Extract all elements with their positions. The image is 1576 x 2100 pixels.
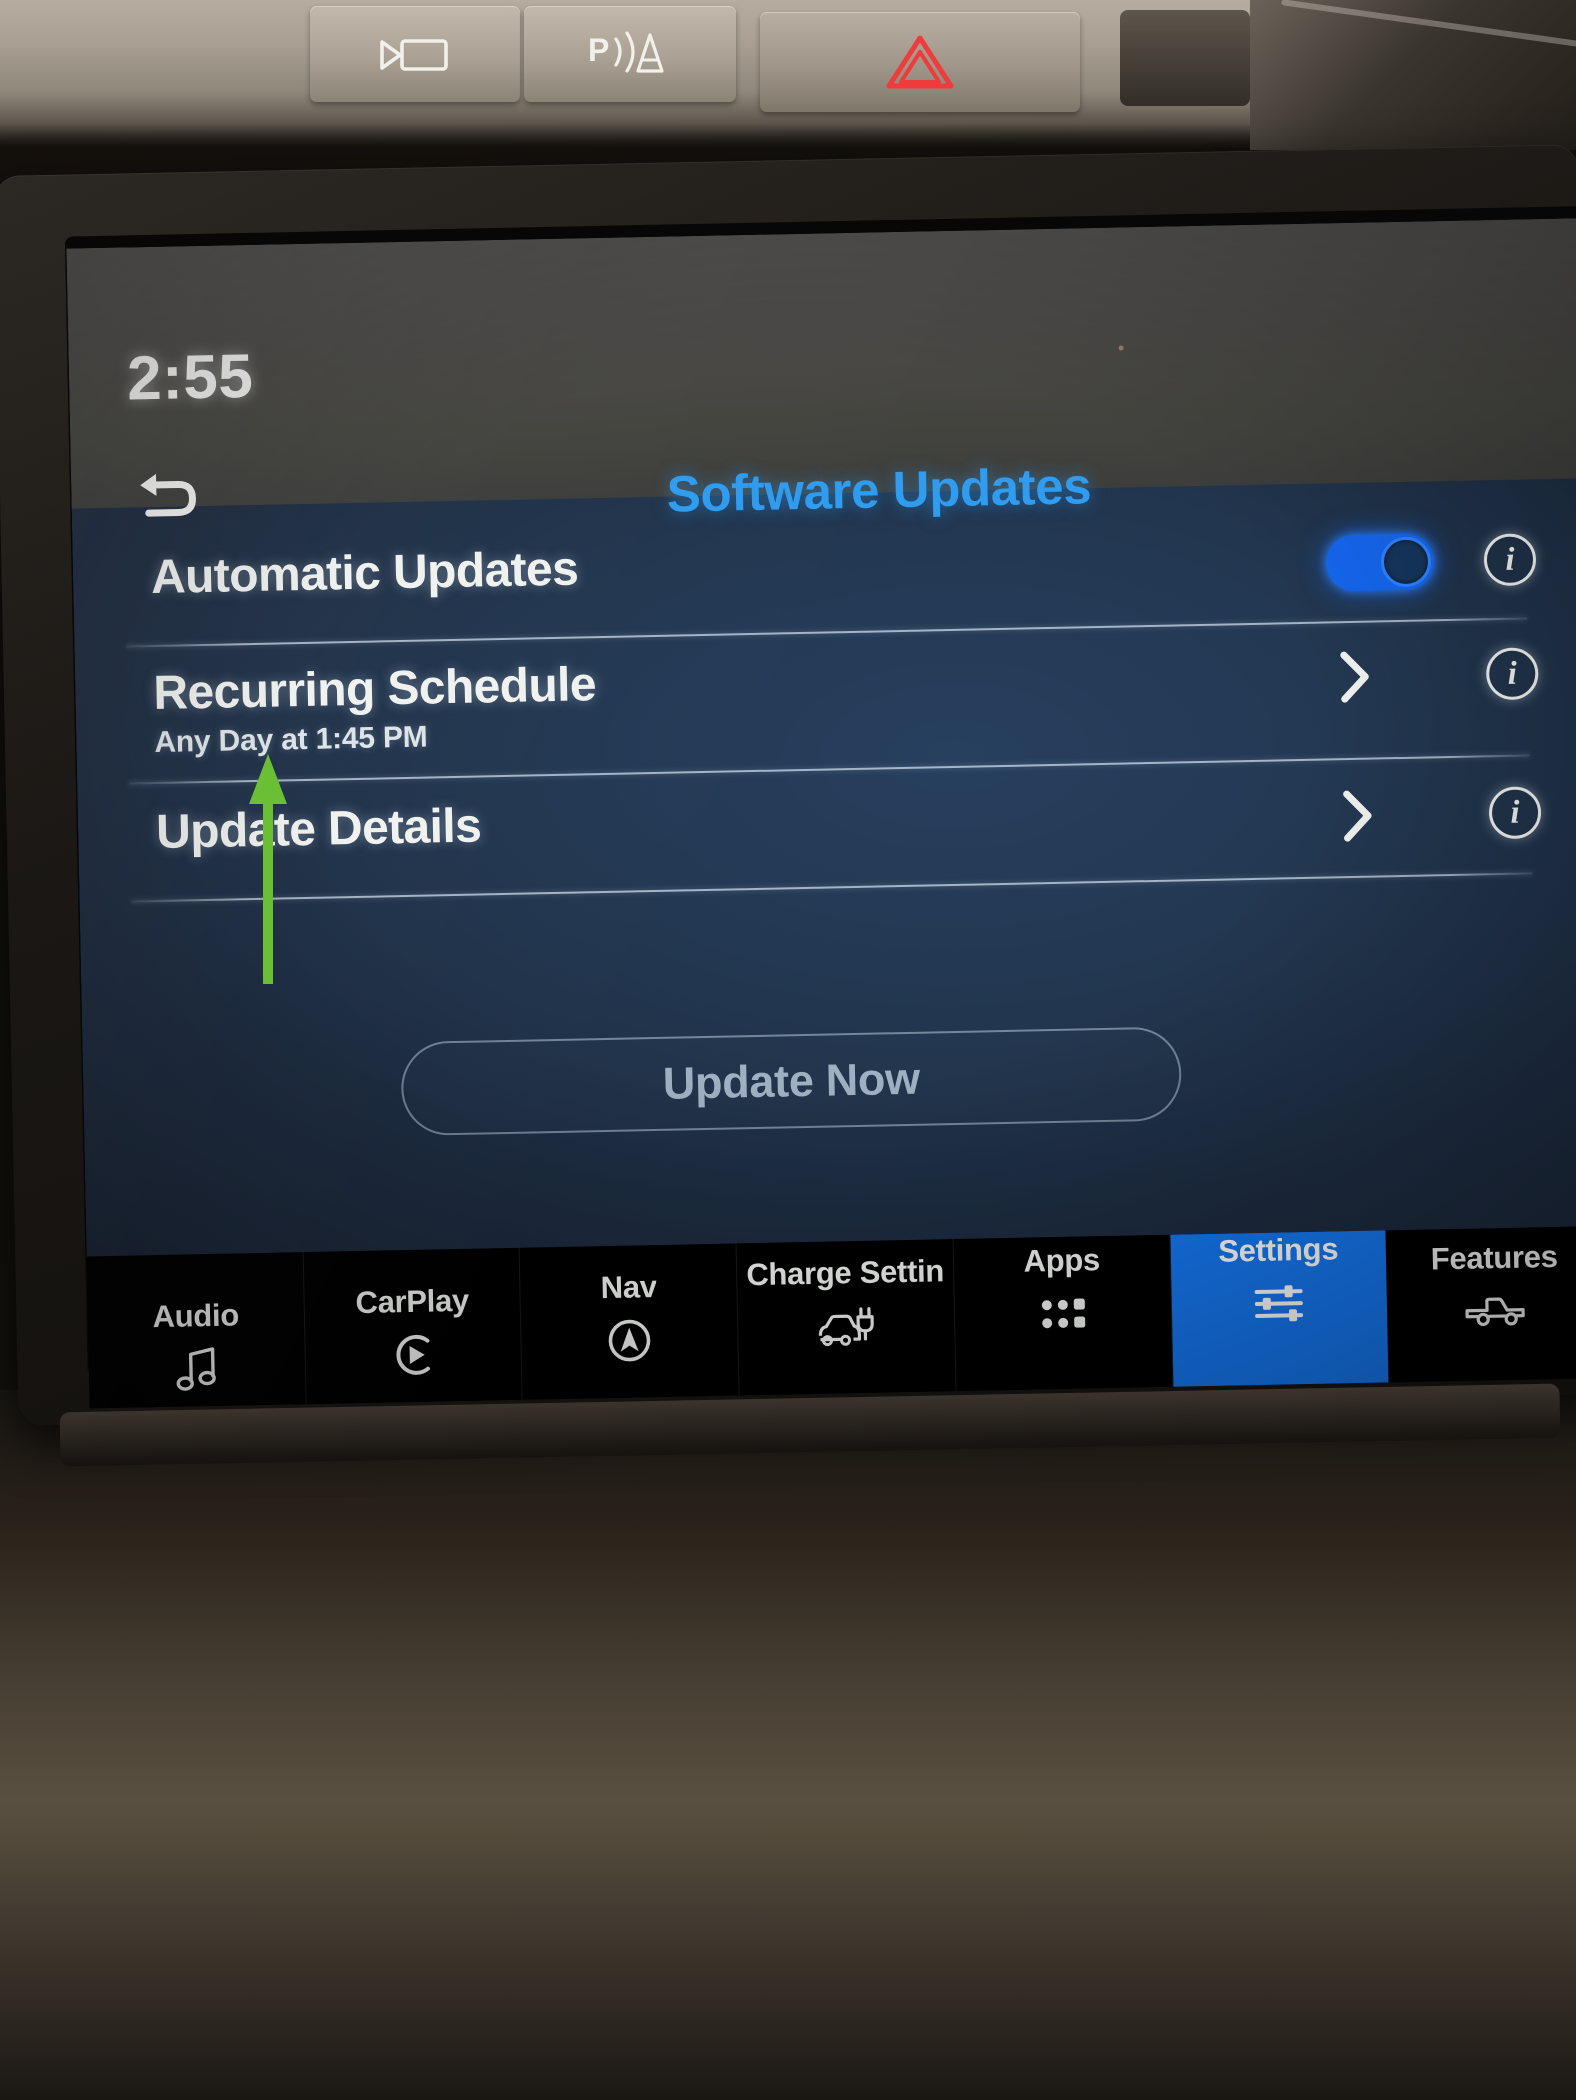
info-icon[interactable]: i — [1488, 786, 1542, 840]
nav-item-features[interactable]: Features — [1386, 1226, 1576, 1390]
sliders-icon — [1251, 1274, 1308, 1333]
settings-list: Automatic Updates i Recurring Schedule A… — [72, 518, 1576, 904]
apps-grid-icon — [1036, 1284, 1089, 1343]
nav-item-apps[interactable]: Apps — [953, 1234, 1174, 1400]
nav-item-settings[interactable]: Settings — [1170, 1230, 1389, 1395]
pickup-truck-icon — [1463, 1282, 1528, 1341]
automatic-updates-toggle[interactable] — [1325, 533, 1435, 592]
nav-label: Audio — [152, 1297, 240, 1335]
navigation-arrow-circle-icon — [603, 1311, 656, 1370]
camera-view-button[interactable] — [310, 6, 520, 102]
nav-label: Charge Settin — [746, 1253, 945, 1293]
info-icon[interactable]: i — [1483, 533, 1537, 587]
camera-view-icon — [380, 39, 448, 71]
carplay-play-circle-icon — [387, 1325, 440, 1384]
row-text-block: Update Details — [155, 785, 1332, 860]
nav-label: CarPlay — [355, 1282, 470, 1321]
nav-item-audio[interactable]: Audio — [86, 1252, 307, 1409]
nav-label: Features — [1430, 1238, 1558, 1277]
lower-console — [0, 1390, 1576, 2100]
ev-charge-car-plug-icon — [814, 1297, 879, 1356]
info-icon[interactable]: i — [1485, 647, 1539, 701]
chevron-right-icon[interactable] — [1328, 650, 1381, 703]
nav-label: Apps — [1023, 1242, 1101, 1279]
hazard-triangle-icon — [886, 35, 954, 89]
status-clock: 2:55 — [126, 341, 254, 414]
dashboard-knob[interactable] — [1120, 10, 1250, 106]
screen-viewport: 2:55 Software Updates Automatic Updates — [66, 218, 1576, 1409]
nav-label: Nav — [600, 1269, 658, 1306]
music-note-icon — [172, 1340, 221, 1399]
row-controls: i — [1328, 641, 1539, 703]
nav-item-charge-settings[interactable]: Charge Settin — [736, 1239, 957, 1404]
row-controls: i — [1330, 781, 1542, 843]
row-controls: i — [1325, 525, 1537, 592]
hazard-lights-button[interactable] — [760, 12, 1080, 112]
update-now-button[interactable]: Update Now — [400, 1026, 1183, 1137]
chevron-right-icon[interactable] — [1331, 790, 1384, 843]
park-assist-icon: P — [588, 31, 664, 73]
nav-item-carplay[interactable]: CarPlay — [303, 1247, 524, 1409]
dust-speck — [1118, 345, 1124, 351]
bottom-navigation-bar: Audio CarPlay Nav Charge Settin Apps Set… — [86, 1226, 1576, 1409]
list-item-title: Update Details — [155, 799, 482, 860]
row-text-block: Recurring Schedule Any Day at 1:45 PM — [153, 645, 1330, 760]
svg-text:P: P — [588, 32, 609, 68]
nav-item-nav[interactable]: Nav — [520, 1243, 740, 1408]
park-assist-button[interactable]: P — [524, 6, 736, 102]
infotainment-display: 2:55 Software Updates Automatic Updates — [0, 156, 1576, 1478]
nav-label: Settings — [1217, 1231, 1339, 1269]
dashboard-vent — [1250, 0, 1576, 150]
toggle-knob — [1380, 536, 1432, 588]
